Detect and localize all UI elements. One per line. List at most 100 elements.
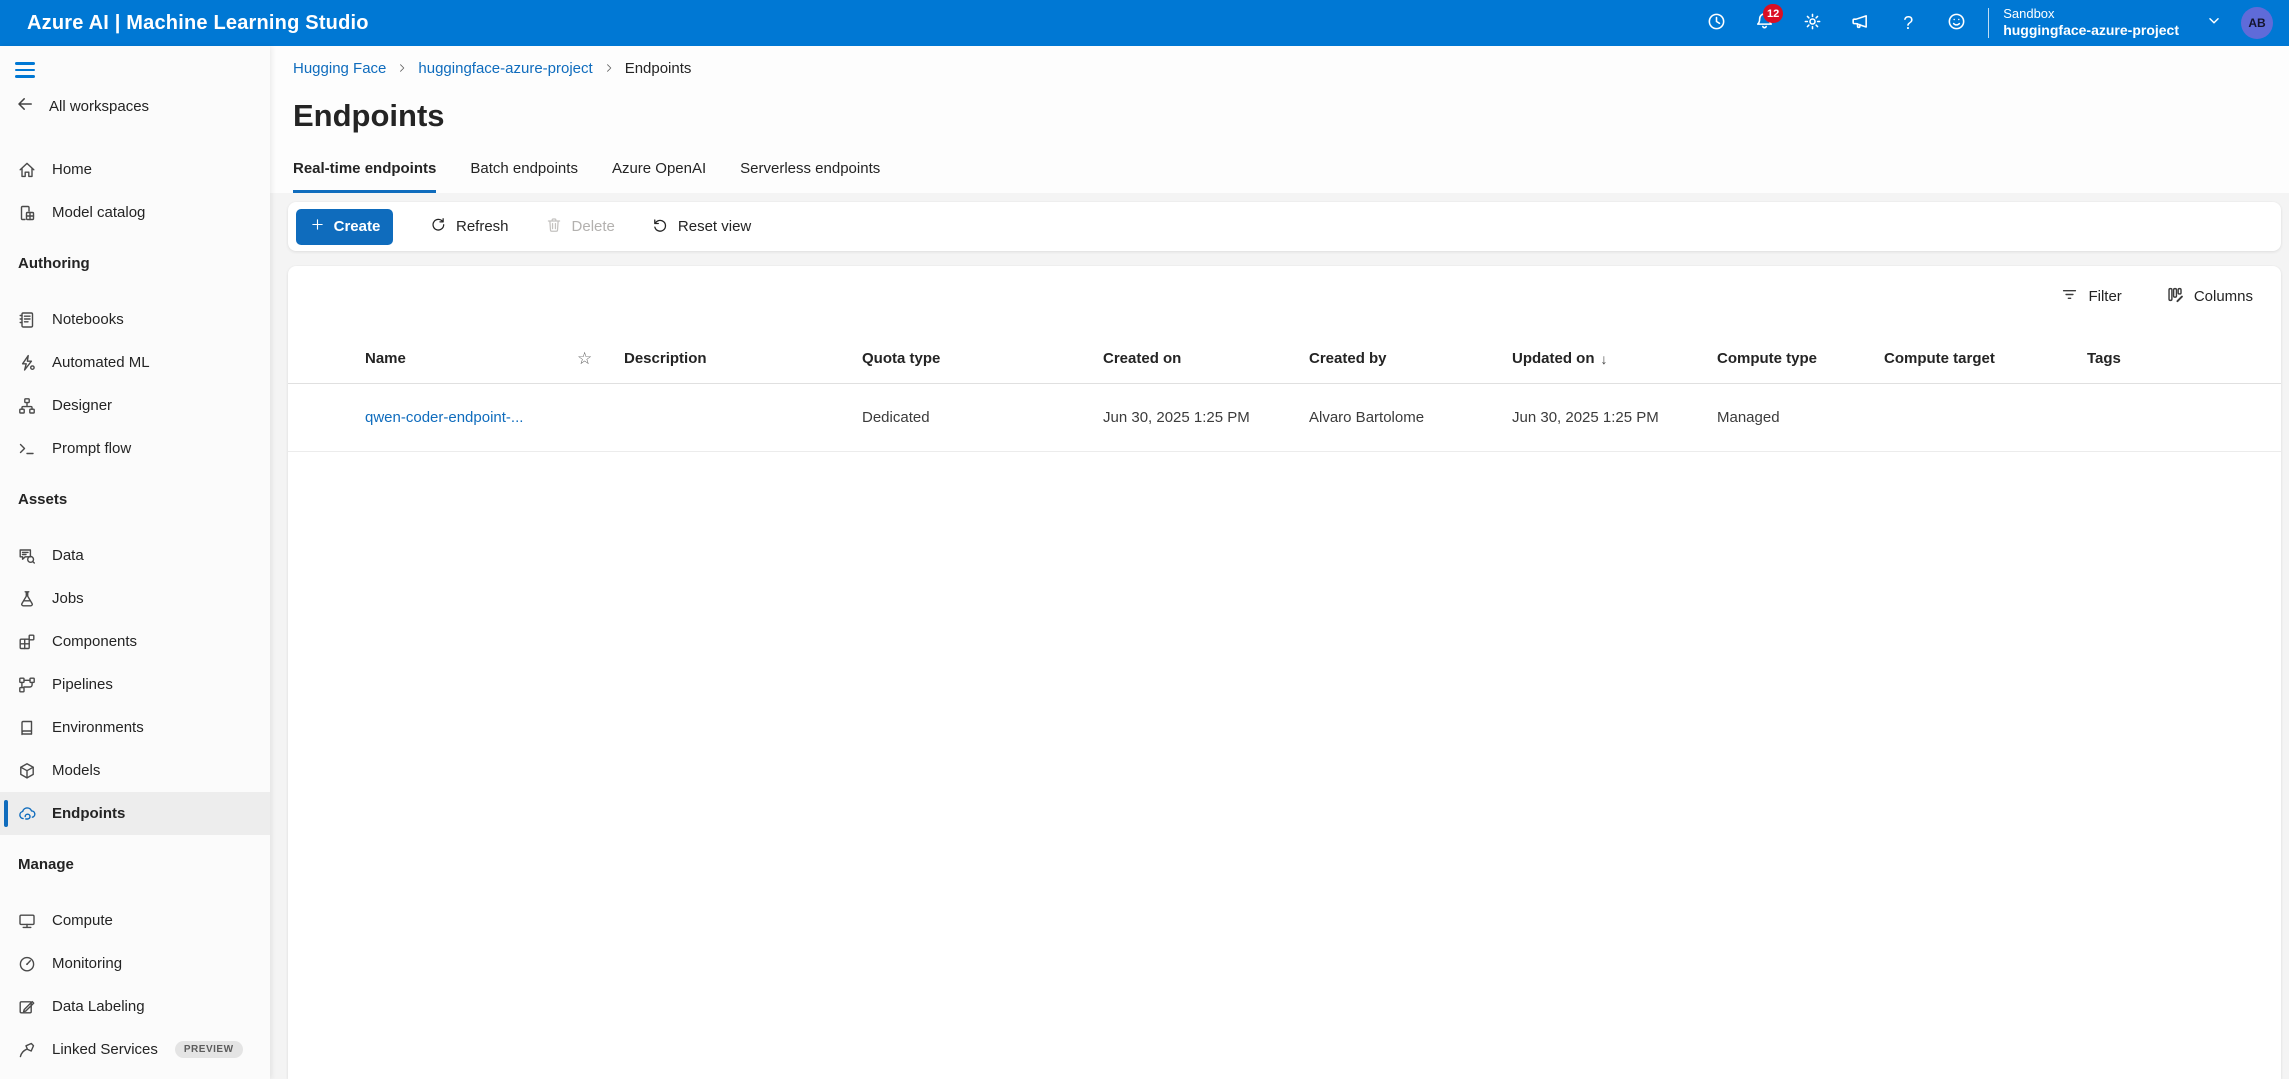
notifications-button[interactable]: 12 [1740, 0, 1788, 46]
sidebar-item-models[interactable]: Models [0, 749, 270, 792]
filter-icon [2060, 285, 2079, 308]
column-header-compute-target[interactable]: Compute target [1884, 350, 2087, 367]
sort-descending-icon: ↓ [1601, 351, 1608, 367]
settings-button[interactable] [1788, 0, 1836, 46]
delete-button[interactable]: Delete [545, 216, 615, 238]
column-header-created-on[interactable]: Created on [1103, 350, 1309, 367]
sidebar-item-home[interactable]: Home [0, 148, 270, 191]
arrow-left-icon [15, 94, 35, 118]
column-header-created-by[interactable]: Created by [1309, 350, 1512, 367]
workspace-project-name: huggingface-azure-project [2003, 22, 2179, 40]
smiley-icon [1946, 11, 1967, 36]
sidebar-item-prompt-flow[interactable]: Prompt flow [0, 427, 270, 470]
column-header-name[interactable]: Name [365, 350, 577, 367]
breadcrumb-project-link[interactable]: huggingface-azure-project [418, 60, 592, 77]
notification-badge: 12 [1763, 4, 1783, 23]
sidebar-item-pipelines[interactable]: Pipelines [0, 663, 270, 706]
topbar-divider [1988, 8, 1989, 38]
content-area: Hugging Face huggingface-azure-project E… [270, 46, 2289, 1079]
sidebar: All workspaces Home Model catalog Author… [0, 46, 270, 1079]
refresh-button[interactable]: Refresh [429, 216, 509, 238]
updated-on-cell: Jun 30, 2025 1:25 PM [1512, 409, 1717, 426]
tab-real-time-endpoints[interactable]: Real-time endpoints [293, 160, 436, 193]
history-icon [1706, 11, 1727, 36]
all-workspaces-back-button[interactable]: All workspaces [0, 86, 270, 126]
home-icon [17, 160, 37, 180]
workspace-environment: Sandbox [2003, 6, 2179, 22]
hamburger-menu-button[interactable] [15, 59, 45, 81]
sidebar-item-data[interactable]: Data [0, 534, 270, 577]
data-labeling-icon [17, 997, 37, 1017]
topbar: Azure AI | Machine Learning Studio 12 [0, 0, 2289, 46]
workspace-selector[interactable]: Sandbox huggingface-azure-project [2003, 6, 2179, 40]
breadcrumb: Hugging Face huggingface-azure-project E… [293, 58, 2289, 78]
megaphone-icon [1850, 11, 1871, 36]
app-title: Azure AI | Machine Learning Studio [27, 12, 369, 35]
help-button[interactable]: ? [1884, 0, 1932, 46]
chevron-right-icon [603, 62, 615, 74]
pipelines-icon [17, 675, 37, 695]
app-root: Azure AI | Machine Learning Studio 12 [0, 0, 2289, 1079]
sidebar-item-notebooks[interactable]: Notebooks [0, 298, 270, 341]
avatar[interactable]: AB [2241, 7, 2273, 39]
sidebar-item-environments[interactable]: Environments [0, 706, 270, 749]
reset-view-button[interactable]: Reset view [651, 216, 751, 238]
all-workspaces-label: All workspaces [49, 98, 149, 115]
table-header-row: Name ☆ Description Quota type Created on… [288, 334, 2281, 384]
breadcrumb-hub-link[interactable]: Hugging Face [293, 60, 386, 77]
prompt-flow-icon [17, 439, 37, 459]
preview-badge: PREVIEW [175, 1041, 243, 1058]
sidebar-item-monitoring[interactable]: Monitoring [0, 942, 270, 985]
compute-icon [17, 911, 37, 931]
sidebar-section-assets: Assets [0, 478, 270, 521]
columns-button[interactable]: Columns [2166, 285, 2253, 308]
trash-icon [545, 216, 563, 238]
sidebar-item-components[interactable]: Components [0, 620, 270, 663]
content-body: Create Refresh Delete Reset view [270, 193, 2289, 1079]
linked-services-icon [17, 1040, 37, 1060]
workspace-dropdown-button[interactable] [2205, 12, 2223, 34]
sidebar-section-authoring: Authoring [0, 242, 270, 285]
filter-button[interactable]: Filter [2060, 285, 2121, 308]
sidebar-item-data-labeling[interactable]: Data Labeling [0, 985, 270, 1028]
compute-type-cell: Managed [1717, 409, 1884, 426]
breadcrumb-current: Endpoints [625, 60, 692, 77]
refresh-icon [429, 216, 447, 238]
notebooks-icon [17, 310, 37, 330]
models-icon [17, 761, 37, 781]
sidebar-item-endpoints[interactable]: Endpoints [0, 792, 270, 835]
sidebar-item-automated-ml[interactable]: Automated ML [0, 341, 270, 384]
announcements-button[interactable] [1836, 0, 1884, 46]
table-controls: Filter Columns [288, 278, 2281, 314]
sidebar-item-designer[interactable]: Designer [0, 384, 270, 427]
column-header-compute-type[interactable]: Compute type [1717, 350, 1884, 367]
created-on-cell: Jun 30, 2025 1:25 PM [1103, 409, 1309, 426]
column-header-quota-type[interactable]: Quota type [862, 350, 1103, 367]
undo-icon [651, 216, 669, 238]
hamburger-icon [15, 62, 45, 65]
table-row[interactable]: qwen-coder-endpoint-... Dedicated Jun 30… [288, 384, 2281, 452]
history-button[interactable] [1692, 0, 1740, 46]
topbar-actions: 12 ? Sandbox [1692, 0, 2277, 46]
environments-icon [17, 718, 37, 738]
tab-serverless-endpoints[interactable]: Serverless endpoints [740, 160, 880, 193]
column-header-tags[interactable]: Tags [2087, 350, 2281, 367]
create-button[interactable]: Create [296, 209, 393, 245]
feedback-button[interactable] [1932, 0, 1980, 46]
sidebar-section-manage: Manage [0, 843, 270, 886]
endpoints-table-card: Filter Columns Name ☆ Description Quota … [288, 266, 2281, 1079]
endpoint-name-link[interactable]: qwen-coder-endpoint-... [365, 409, 577, 426]
sidebar-item-model-catalog[interactable]: Model catalog [0, 191, 270, 234]
help-icon: ? [1903, 13, 1913, 34]
sidebar-item-compute[interactable]: Compute [0, 899, 270, 942]
quota-type-cell: Dedicated [862, 409, 1103, 426]
favorite-column-header[interactable]: ☆ [577, 349, 624, 369]
tab-batch-endpoints[interactable]: Batch endpoints [470, 160, 578, 193]
column-header-updated-on[interactable]: Updated on ↓ [1512, 350, 1717, 367]
edit-columns-icon [2166, 285, 2185, 308]
tab-azure-openai[interactable]: Azure OpenAI [612, 160, 706, 193]
column-header-description[interactable]: Description [624, 350, 862, 367]
chevron-right-icon [396, 62, 408, 74]
sidebar-item-linked-services[interactable]: Linked Services PREVIEW [0, 1028, 270, 1071]
sidebar-item-jobs[interactable]: Jobs [0, 577, 270, 620]
